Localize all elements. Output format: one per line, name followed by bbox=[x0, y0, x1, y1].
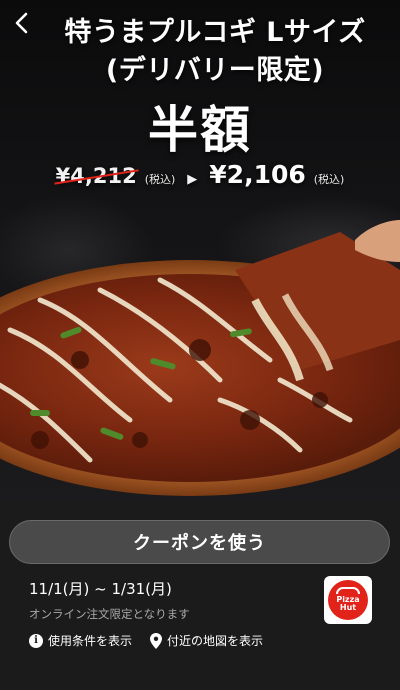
pizza-hut-logo: Pizza Hut bbox=[324, 576, 372, 624]
sale-tax-label: (税込) bbox=[313, 173, 345, 186]
sale-price: ¥2,106 bbox=[209, 160, 306, 189]
original-price: ¥4,212 bbox=[55, 164, 137, 188]
original-tax-label: (税込) bbox=[144, 173, 176, 186]
valid-period: 11/1(月) ~ 1/31(月) bbox=[29, 580, 172, 598]
online-only-note: オンライン注文限定となります bbox=[29, 607, 190, 621]
coupon-panel: クーポンを使う 11/1(月) ~ 1/31(月) オンライン注文限定となります… bbox=[0, 500, 400, 690]
use-coupon-button[interactable]: クーポンを使う bbox=[9, 520, 390, 564]
price-row: ¥4,212 (税込) ▶ ¥2,106 (税込) bbox=[0, 160, 400, 189]
arrow-right-icon: ▶ bbox=[187, 172, 198, 187]
back-button[interactable] bbox=[6, 8, 36, 38]
show-map-label: 付近の地図を表示 bbox=[167, 634, 264, 648]
coupon-links: i 使用条件を表示 付近の地図を表示 bbox=[29, 632, 263, 649]
chevron-left-icon bbox=[15, 12, 28, 34]
promo-headline: 半額 bbox=[148, 101, 252, 159]
show-map-link[interactable]: 付近の地図を表示 bbox=[150, 632, 263, 649]
show-terms-label: 使用条件を表示 bbox=[48, 634, 133, 648]
promo-title: 特うまプルコギ Lサイズ (デリバリー限定) bbox=[40, 14, 390, 90]
info-icon: i bbox=[29, 633, 43, 648]
map-pin-icon bbox=[150, 632, 163, 649]
show-terms-link[interactable]: i 使用条件を表示 bbox=[29, 632, 132, 649]
promo-title-line1: 特うまプルコギ Lサイズ bbox=[64, 17, 366, 48]
promo-title-line2: (デリバリー限定) bbox=[105, 55, 325, 86]
